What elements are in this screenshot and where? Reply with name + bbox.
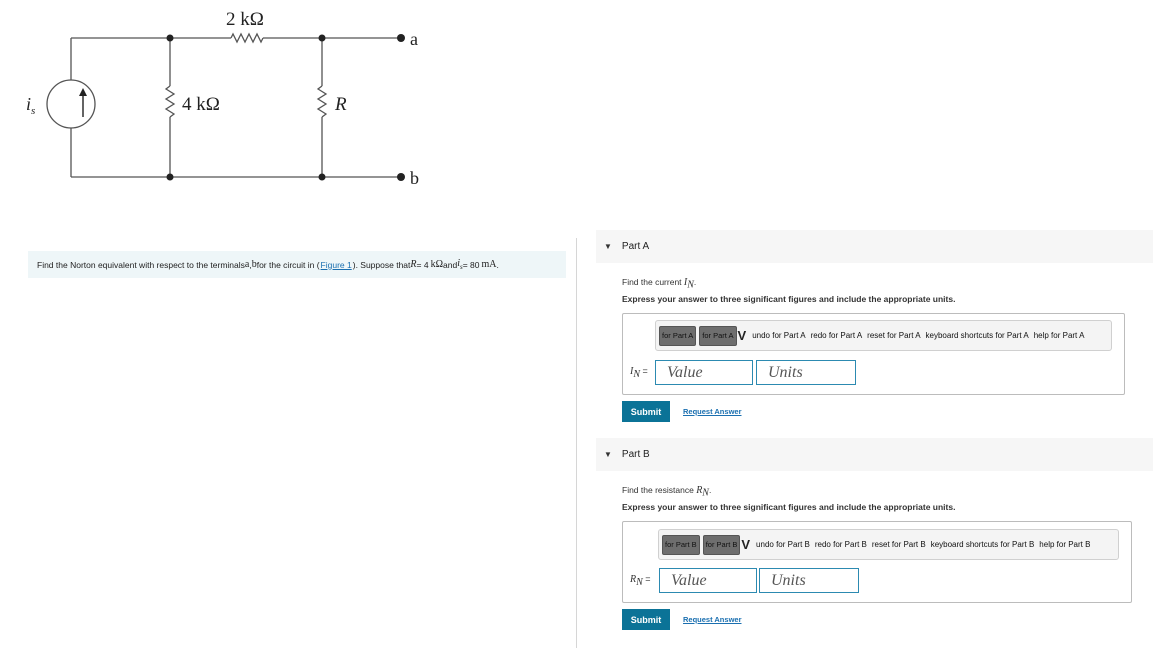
- terminal-a-dot: [397, 34, 405, 42]
- current-source: [46, 79, 96, 129]
- problem-text: and: [443, 259, 458, 270]
- column-divider: [576, 238, 577, 648]
- node-dot: [166, 34, 174, 42]
- part-b-units-input[interactable]: Units: [759, 568, 859, 593]
- part-a-units-input[interactable]: Units: [756, 360, 856, 385]
- symbols-button[interactable]: for Part A: [699, 325, 737, 346]
- help-button[interactable]: help for Part A: [1034, 331, 1085, 340]
- part-a-question: Find the current IN.: [622, 277, 697, 291]
- resistor-2k-label: 2 kΩ: [226, 9, 264, 30]
- part-a-request-answer-link[interactable]: Request Answer: [683, 407, 742, 416]
- reset-button[interactable]: reset for Part B: [872, 540, 926, 549]
- part-a-math-toolbar: for Part A for Part A V undo for Part A …: [655, 320, 1112, 351]
- terminal-b-label: b: [410, 168, 419, 188]
- problem-text: for the circuit in (: [256, 259, 320, 270]
- part-b-header[interactable]: ▼ Part B: [596, 438, 1153, 471]
- undo-button[interactable]: undo for Part B: [756, 540, 810, 549]
- redo-button[interactable]: redo for Part A: [811, 331, 863, 340]
- cursor-icon: V: [741, 537, 751, 552]
- part-b-submit-button[interactable]: Submit: [622, 609, 670, 630]
- problem-text: Find the Norton equivalent with respect …: [37, 259, 245, 270]
- problem-is-value: = 80: [462, 259, 480, 270]
- node-dot: [318, 34, 326, 42]
- problem-statement: Find the Norton equivalent with respect …: [28, 251, 566, 278]
- resistor-r-label: R: [334, 94, 347, 115]
- problem-text: .: [496, 259, 499, 270]
- part-b-title: Part B: [621, 449, 650, 460]
- circuit-diagram: 2 kΩ 4 kΩ R is a b: [26, 9, 419, 188]
- node-dot: [318, 173, 326, 181]
- problem-text: ). Suppose that: [352, 259, 411, 270]
- templates-button[interactable]: for Part A: [659, 325, 697, 346]
- redo-button[interactable]: redo for Part B: [815, 540, 867, 549]
- node-dot: [166, 173, 174, 181]
- reset-button[interactable]: reset for Part A: [867, 331, 920, 340]
- undo-button[interactable]: undo for Part A: [752, 331, 805, 340]
- part-a-header[interactable]: ▼ Part A: [596, 230, 1153, 263]
- part-a-value-input[interactable]: Value: [655, 360, 753, 385]
- cursor-icon: V: [737, 328, 747, 343]
- problem-r-value: = 4: [416, 259, 429, 270]
- part-a-submit-button[interactable]: Submit: [622, 401, 670, 422]
- templates-button[interactable]: for Part B: [662, 534, 700, 555]
- part-a-input-label: IN =: [630, 366, 648, 380]
- part-a-title: Part A: [621, 241, 650, 252]
- terminal-a-label: a: [410, 29, 418, 49]
- collapse-triangle-icon[interactable]: ▼: [604, 450, 612, 459]
- resistor-4k-label: 4 kΩ: [182, 94, 220, 115]
- part-b-value-input[interactable]: Value: [659, 568, 757, 593]
- figure-link[interactable]: Figure 1: [321, 260, 352, 270]
- terminal-b-dot: [397, 173, 405, 181]
- keyboard-shortcuts-button[interactable]: keyboard shortcuts for Part A: [926, 331, 1029, 340]
- part-a-instruction: Express your answer to three significant…: [622, 294, 956, 304]
- source-label: is: [26, 94, 35, 117]
- collapse-triangle-icon[interactable]: ▼: [604, 242, 612, 251]
- symbols-button[interactable]: for Part B: [702, 534, 741, 555]
- part-b-math-toolbar: for Part B for Part B V undo for Part B …: [658, 529, 1119, 560]
- keyboard-shortcuts-button[interactable]: keyboard shortcuts for Part B: [931, 540, 1035, 549]
- problem-ma-unit: mA: [481, 259, 497, 270]
- part-b-question: Find the resistance RN.: [622, 485, 712, 499]
- problem-kohm-unit: kΩ: [430, 259, 443, 270]
- part-b-request-answer-link[interactable]: Request Answer: [683, 615, 742, 624]
- part-b-instruction: Express your answer to three significant…: [622, 502, 956, 512]
- part-b-input-label: RN =: [630, 574, 651, 588]
- help-button[interactable]: help for Part B: [1039, 540, 1090, 549]
